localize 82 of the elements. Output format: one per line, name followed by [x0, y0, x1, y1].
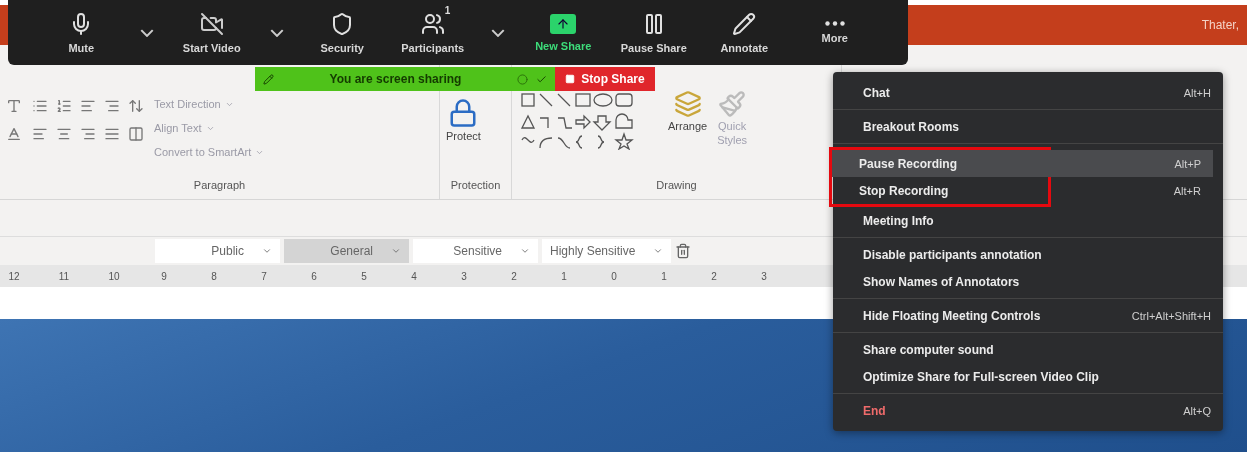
menu-item[interactable]: Disable participants annotation: [833, 241, 1223, 268]
video-off-icon: [199, 11, 224, 36]
caret-icon: [391, 246, 401, 256]
check-icon: [536, 73, 547, 85]
ruler-mark: 12: [7, 270, 21, 282]
columns-icon[interactable]: [128, 126, 144, 142]
caret-icon: [491, 28, 505, 37]
brush-icon: [718, 90, 747, 118]
line-spacing-icon[interactable]: [128, 98, 144, 114]
menu-item[interactable]: Share computer sound: [833, 336, 1223, 363]
shortcut-text: Alt+R: [1173, 184, 1201, 197]
ruler-mark: 2: [710, 270, 718, 282]
ruler-mark: 3: [460, 270, 468, 282]
protect-button[interactable]: Protect: [446, 98, 481, 179]
numbering-icon[interactable]: [56, 98, 72, 114]
menu-item[interactable]: Chat Alt+H: [833, 79, 1223, 106]
pencil-icon: [732, 11, 757, 36]
caret-icon: [520, 246, 530, 256]
ruler-mark: 7: [260, 270, 268, 282]
sharing-banner: You are screen sharing: [255, 67, 555, 91]
toolbar-button[interactable]: Pause Share: [610, 2, 697, 63]
delete-icon[interactable]: [675, 243, 692, 259]
pencil-icon: [263, 73, 274, 85]
ruler-mark: 10: [107, 270, 121, 282]
toolbar-button[interactable]: 1 Participants: [389, 2, 476, 63]
caret-icon: [653, 246, 664, 256]
ruler-mark: 3: [760, 270, 768, 282]
toolbar-button[interactable]: More: [791, 2, 878, 63]
ruler-mark: 1: [560, 270, 568, 282]
stop-share-button[interactable]: Stop Share: [555, 67, 655, 91]
ruler-mark: 9: [160, 270, 168, 282]
menu-item[interactable]: Stop Recording Alt+R: [832, 177, 1213, 204]
count-label: 1: [444, 4, 451, 16]
justify-icon[interactable]: [104, 126, 120, 142]
toolbar-button[interactable]: New Share: [520, 2, 607, 63]
menu-item[interactable]: Optimize Share for Full-screen Video Clip: [833, 363, 1223, 390]
toolbar-button[interactable]: Security: [299, 2, 386, 63]
text-effects-icon[interactable]: [6, 98, 22, 114]
ruler-mark: 1: [660, 270, 668, 282]
people-icon: [420, 11, 445, 36]
menu-item[interactable]: Pause Recording Alt+P: [832, 150, 1213, 177]
group-label: Protection: [450, 179, 501, 193]
toolbar-button[interactable]: Start Video: [168, 2, 255, 63]
shortcut-text: Alt+H: [1183, 86, 1211, 99]
toolbar-button[interactable]: Annotate: [701, 2, 788, 63]
more-icon: [824, 21, 845, 26]
ruler-mark: 0: [610, 270, 618, 282]
stop-icon: [565, 74, 576, 84]
ruler-mark: 2: [510, 270, 518, 282]
ruler-mark: 6: [310, 270, 318, 282]
sensitivity-dropdown[interactable]: Highly Sensitive: [542, 239, 672, 263]
bullets-icon[interactable]: [32, 98, 48, 114]
caret-icon: [270, 28, 284, 37]
ruler-mark: 4: [410, 270, 418, 282]
shortcut-text: Ctrl+Alt+Shift+H: [1131, 309, 1211, 322]
align-right-icon[interactable]: [80, 126, 96, 142]
ruler-mark: 5: [360, 270, 368, 282]
sensitivity-dropdown[interactable]: Sensitive: [413, 239, 538, 263]
layers-icon: [673, 90, 702, 118]
font-color-icon[interactable]: [6, 126, 22, 142]
toolbar-button[interactable]: Mute: [38, 2, 125, 63]
group-label: Drawing: [656, 179, 697, 193]
shortcut-text: Alt+Q: [1183, 404, 1211, 417]
circle-icon: [517, 73, 528, 85]
share-screen-icon: [550, 13, 577, 34]
arrange-button[interactable]: Arrange: [668, 90, 708, 179]
ruler-mark: 11: [57, 270, 71, 282]
caret-icon: [139, 28, 154, 37]
align-left-icon[interactable]: [32, 126, 48, 142]
menu-item[interactable]: Breakout Rooms: [833, 113, 1223, 140]
align-center-icon[interactable]: [56, 126, 72, 142]
menu-item[interactable]: Hide Floating Meeting Controls Ctrl+Alt+Shift+H: [833, 302, 1223, 329]
group-label: Paragraph: [193, 179, 246, 193]
ruler-mark: 8: [210, 270, 218, 282]
menu-item[interactable]: End Alt+Q: [833, 397, 1223, 424]
caret-icon: [262, 246, 272, 256]
shortcut-text: Alt+P: [1174, 157, 1201, 170]
lock-icon: [448, 98, 479, 128]
sensitivity-dropdown[interactable]: Public: [155, 239, 280, 263]
sensitivity-dropdown[interactable]: General: [284, 239, 409, 263]
user-name: Thater,: [1201, 18, 1239, 32]
menu-item[interactable]: Show Names of Annotators: [833, 268, 1223, 295]
